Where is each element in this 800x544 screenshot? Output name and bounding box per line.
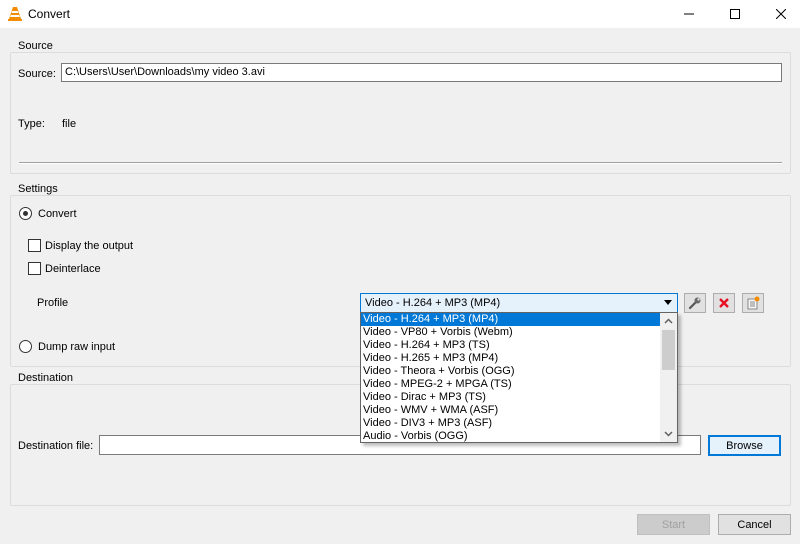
profile-option[interactable]: Audio - Vorbis (OGG) xyxy=(361,430,660,443)
close-icon xyxy=(776,9,786,19)
new-profile-icon xyxy=(747,296,760,310)
type-value: file xyxy=(62,118,77,130)
source-path-field[interactable]: C:\Users\User\Downloads\my video 3.avi xyxy=(61,63,782,82)
dump-raw-label[interactable]: Dump raw input xyxy=(38,341,115,353)
edit-profile-button[interactable] xyxy=(684,293,706,313)
profile-option[interactable]: Video - MPEG-2 + MPGA (TS) xyxy=(361,378,660,391)
maximize-button[interactable] xyxy=(712,0,758,28)
dump-raw-radio[interactable] xyxy=(19,340,32,353)
profile-options: Video - H.264 + MP3 (MP4) Video - VP80 + … xyxy=(361,313,660,443)
profile-select[interactable]: Video - H.264 + MP3 (MP4) xyxy=(360,293,678,313)
chevron-up-icon xyxy=(664,318,673,324)
chevron-down-icon xyxy=(664,300,672,305)
delete-profile-button[interactable] xyxy=(713,293,735,313)
window-title: Convert xyxy=(28,7,71,21)
profile-label: Profile xyxy=(37,297,69,309)
title-bar: Convert xyxy=(0,0,800,28)
wrench-icon xyxy=(688,297,701,310)
browse-button[interactable]: Browse xyxy=(708,435,781,456)
source-label: Source: xyxy=(18,68,56,80)
start-button[interactable]: Start xyxy=(637,514,710,535)
scroll-down-button[interactable] xyxy=(660,426,677,442)
scrollbar-thumb[interactable] xyxy=(662,330,675,370)
deinterlace-checkbox[interactable] xyxy=(28,262,41,275)
convert-radio[interactable] xyxy=(19,207,32,220)
close-button[interactable] xyxy=(758,0,800,28)
destination-file-label: Destination file: xyxy=(18,440,94,452)
scroll-up-button[interactable] xyxy=(660,313,677,329)
profile-option[interactable]: Video - H.264 + MP3 (TS) xyxy=(361,339,660,352)
vlc-cone-icon xyxy=(7,6,23,22)
radio-selected-dot xyxy=(23,211,28,216)
deinterlace-label[interactable]: Deinterlace xyxy=(45,263,101,275)
source-group-title: Source xyxy=(16,40,55,52)
profile-option[interactable]: Video - VP80 + Vorbis (Webm) xyxy=(361,326,660,339)
chevron-down-icon xyxy=(664,431,673,437)
dropdown-scrollbar[interactable] xyxy=(660,313,677,442)
profile-option[interactable]: Video - Dirac + MP3 (TS) xyxy=(361,391,660,404)
profile-option[interactable]: Video - Theora + Vorbis (OGG) xyxy=(361,365,660,378)
display-output-label[interactable]: Display the output xyxy=(45,240,133,252)
profile-dropdown-list[interactable]: Video - H.264 + MP3 (MP4) Video - VP80 + … xyxy=(360,312,678,443)
type-label: Type: xyxy=(18,118,45,130)
convert-radio-label[interactable]: Convert xyxy=(38,208,77,220)
maximize-icon xyxy=(730,9,740,19)
settings-group-title: Settings xyxy=(16,183,60,195)
new-profile-button[interactable] xyxy=(742,293,764,313)
source-separator xyxy=(19,162,782,164)
display-output-checkbox[interactable] xyxy=(28,239,41,252)
delete-x-icon xyxy=(719,298,729,308)
destination-group-title: Destination xyxy=(16,372,76,384)
profile-select-value: Video - H.264 + MP3 (MP4) xyxy=(365,297,501,309)
minimize-button[interactable] xyxy=(666,0,712,28)
profile-option[interactable]: Video - H.265 + MP3 (MP4) xyxy=(361,352,660,365)
profile-option[interactable]: Video - H.264 + MP3 (MP4) xyxy=(361,313,660,326)
cancel-button[interactable]: Cancel xyxy=(718,514,791,535)
profile-option[interactable]: Video - WMV + WMA (ASF) xyxy=(361,404,660,417)
minimize-icon xyxy=(684,13,694,15)
profile-option[interactable]: Video - DIV3 + MP3 (ASF) xyxy=(361,417,660,430)
